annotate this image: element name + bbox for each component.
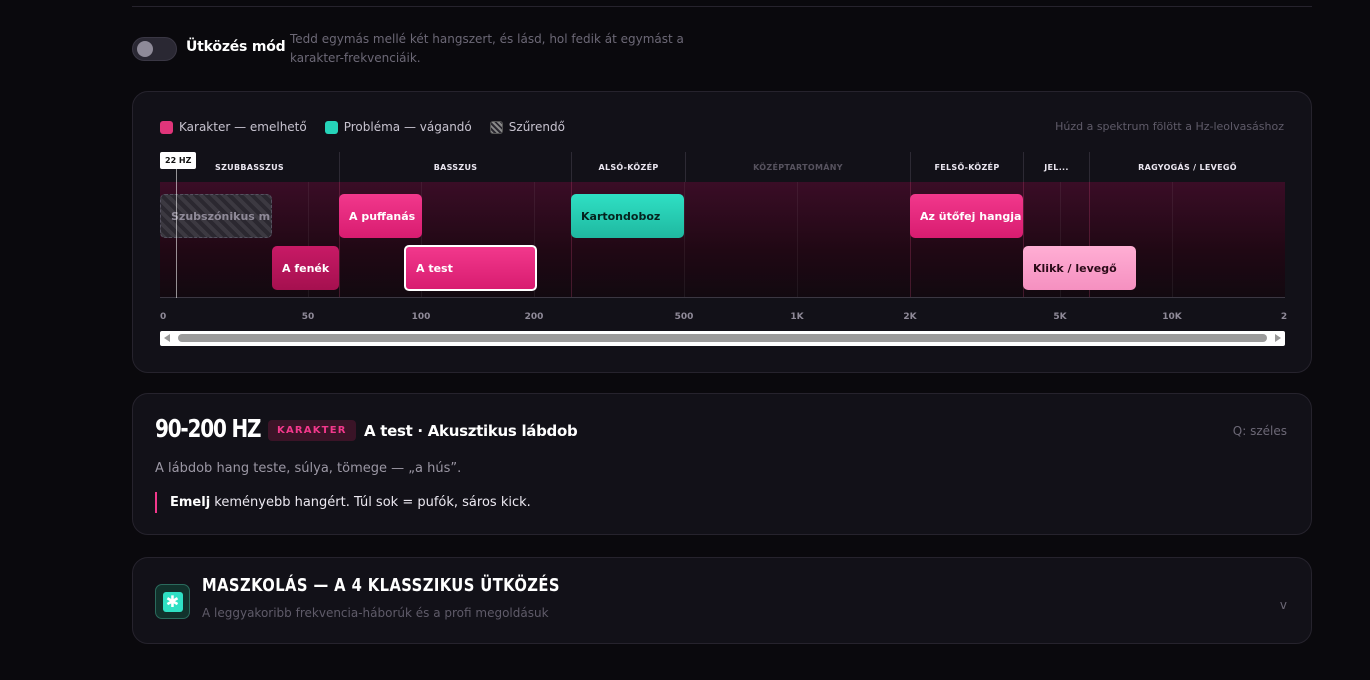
toggle-knob <box>137 41 153 57</box>
tick-label: 10K <box>1162 312 1182 322</box>
band-description: A lábdob hang teste, súlya, tömege — „a … <box>155 461 462 476</box>
region-mid: KÖZÉPTARTOMÁNY <box>685 152 910 182</box>
band-type-badge: KARAKTER <box>268 420 356 441</box>
legend-filter-label: Szűrendő <box>508 120 565 134</box>
tick-label: 2 <box>1280 312 1288 322</box>
q-value: Q: széles <box>1232 424 1287 438</box>
tick-label: 50 <box>301 312 315 322</box>
band-cardboard[interactable]: Kartondoboz <box>571 194 684 238</box>
band-beater-head[interactable]: Az ütőfej hangja <box>910 194 1023 238</box>
tick-label: 1K <box>790 312 804 322</box>
tick-label: 100 <box>411 312 431 322</box>
scroll-right-icon[interactable] <box>1275 334 1281 342</box>
filter-swatch <box>489 120 503 134</box>
legend: Karakter — emelhető Probléma — vágandó S… <box>160 120 565 134</box>
spectrum-hint: Húzd a spektrum fölött a Hz-leolvasáshoz <box>1055 120 1284 133</box>
legend-item-filter: Szűrendő <box>489 120 565 134</box>
legend-problem-label: Probléma — vágandó <box>343 120 472 134</box>
legend-character-label: Karakter — emelhető <box>179 120 307 134</box>
grid-line <box>684 182 685 297</box>
scroll-thumb[interactable] <box>178 334 1267 342</box>
band-body-selected[interactable]: A test <box>404 245 537 291</box>
cursor-hz-readout: 22 HZ <box>160 152 197 169</box>
hz-cursor-line <box>176 152 177 298</box>
region-presence: JEL... <box>1023 152 1089 182</box>
asterisk-icon: ✱ <box>155 584 190 619</box>
spectrum-plot[interactable]: Szubszónikus m... A fenék A puffanás A t… <box>160 152 1285 298</box>
masking-subtitle: A leggyakoribb frekvencia-háborúk és a p… <box>202 606 549 620</box>
legend-item-problem: Probléma — vágandó <box>324 120 472 134</box>
band-click-air[interactable]: Klikk / levegő <box>1023 246 1136 290</box>
tick-label: 500 <box>674 312 694 322</box>
grid-line <box>1172 182 1173 297</box>
region-brilliance-air: RAGYOGÁS / LEVEGŐ <box>1089 152 1285 182</box>
tick-label: 2K <box>903 312 917 322</box>
horizontal-scrollbar[interactable] <box>160 331 1285 346</box>
collision-mode-toggle[interactable] <box>132 37 177 61</box>
band-detail-card: 90-200 HZ KARAKTER A test · Akusztikus l… <box>132 393 1312 535</box>
tick-label: 0 <box>160 312 167 322</box>
frequency-regions: SZUBBASSZUS BASSZUS ALSÓ-KÖZÉP KÖZÉPTART… <box>160 152 1285 182</box>
advice-text: keményebb hangért. Túl sok = pufók, sáro… <box>210 495 531 510</box>
masking-title: MASZKOLÁS — A 4 KLASSZIKUS ÜTKÖZÉS <box>202 575 560 596</box>
collision-mode-description: Tedd egymás mellé két hangszert, és lásd… <box>290 32 684 65</box>
band-bottom[interactable]: A fenék <box>272 246 339 290</box>
character-swatch <box>160 120 173 134</box>
masking-accordion[interactable]: ✱ MASZKOLÁS — A 4 KLASSZIKUS ÜTKÖZÉS A l… <box>132 557 1312 644</box>
band-title: A test · Akusztikus lábdob <box>364 422 578 440</box>
region-low-mid: ALSÓ-KÖZÉP <box>571 152 685 182</box>
top-divider <box>132 6 1312 7</box>
grid-line <box>797 182 798 297</box>
chevron-down-icon[interactable]: v <box>1280 598 1287 612</box>
frequency-range: 90-200 HZ <box>155 414 261 443</box>
scroll-left-icon[interactable] <box>164 334 170 342</box>
region-bass: BASSZUS <box>339 152 571 182</box>
advice-action: Emelj <box>170 495 211 510</box>
tick-label: 5K <box>1053 312 1067 322</box>
problem-swatch <box>324 120 338 134</box>
band-advice: Emelj keményebb hangért. Túl sok = pufók… <box>155 492 531 513</box>
legend-item-character: Karakter — emelhető <box>160 120 307 134</box>
band-punch[interactable]: A puffanás <box>339 194 422 238</box>
region-upper-mid: FELSŐ-KÖZÉP <box>910 152 1023 182</box>
collision-mode-label: Ütközés mód <box>186 39 286 55</box>
spectrum-card: Karakter — emelhető Probléma — vágandó S… <box>132 91 1312 373</box>
frequency-axis: 0 50 100 200 500 1K 2K 5K 10K 2 <box>160 312 1288 326</box>
tick-label: 200 <box>524 312 544 322</box>
